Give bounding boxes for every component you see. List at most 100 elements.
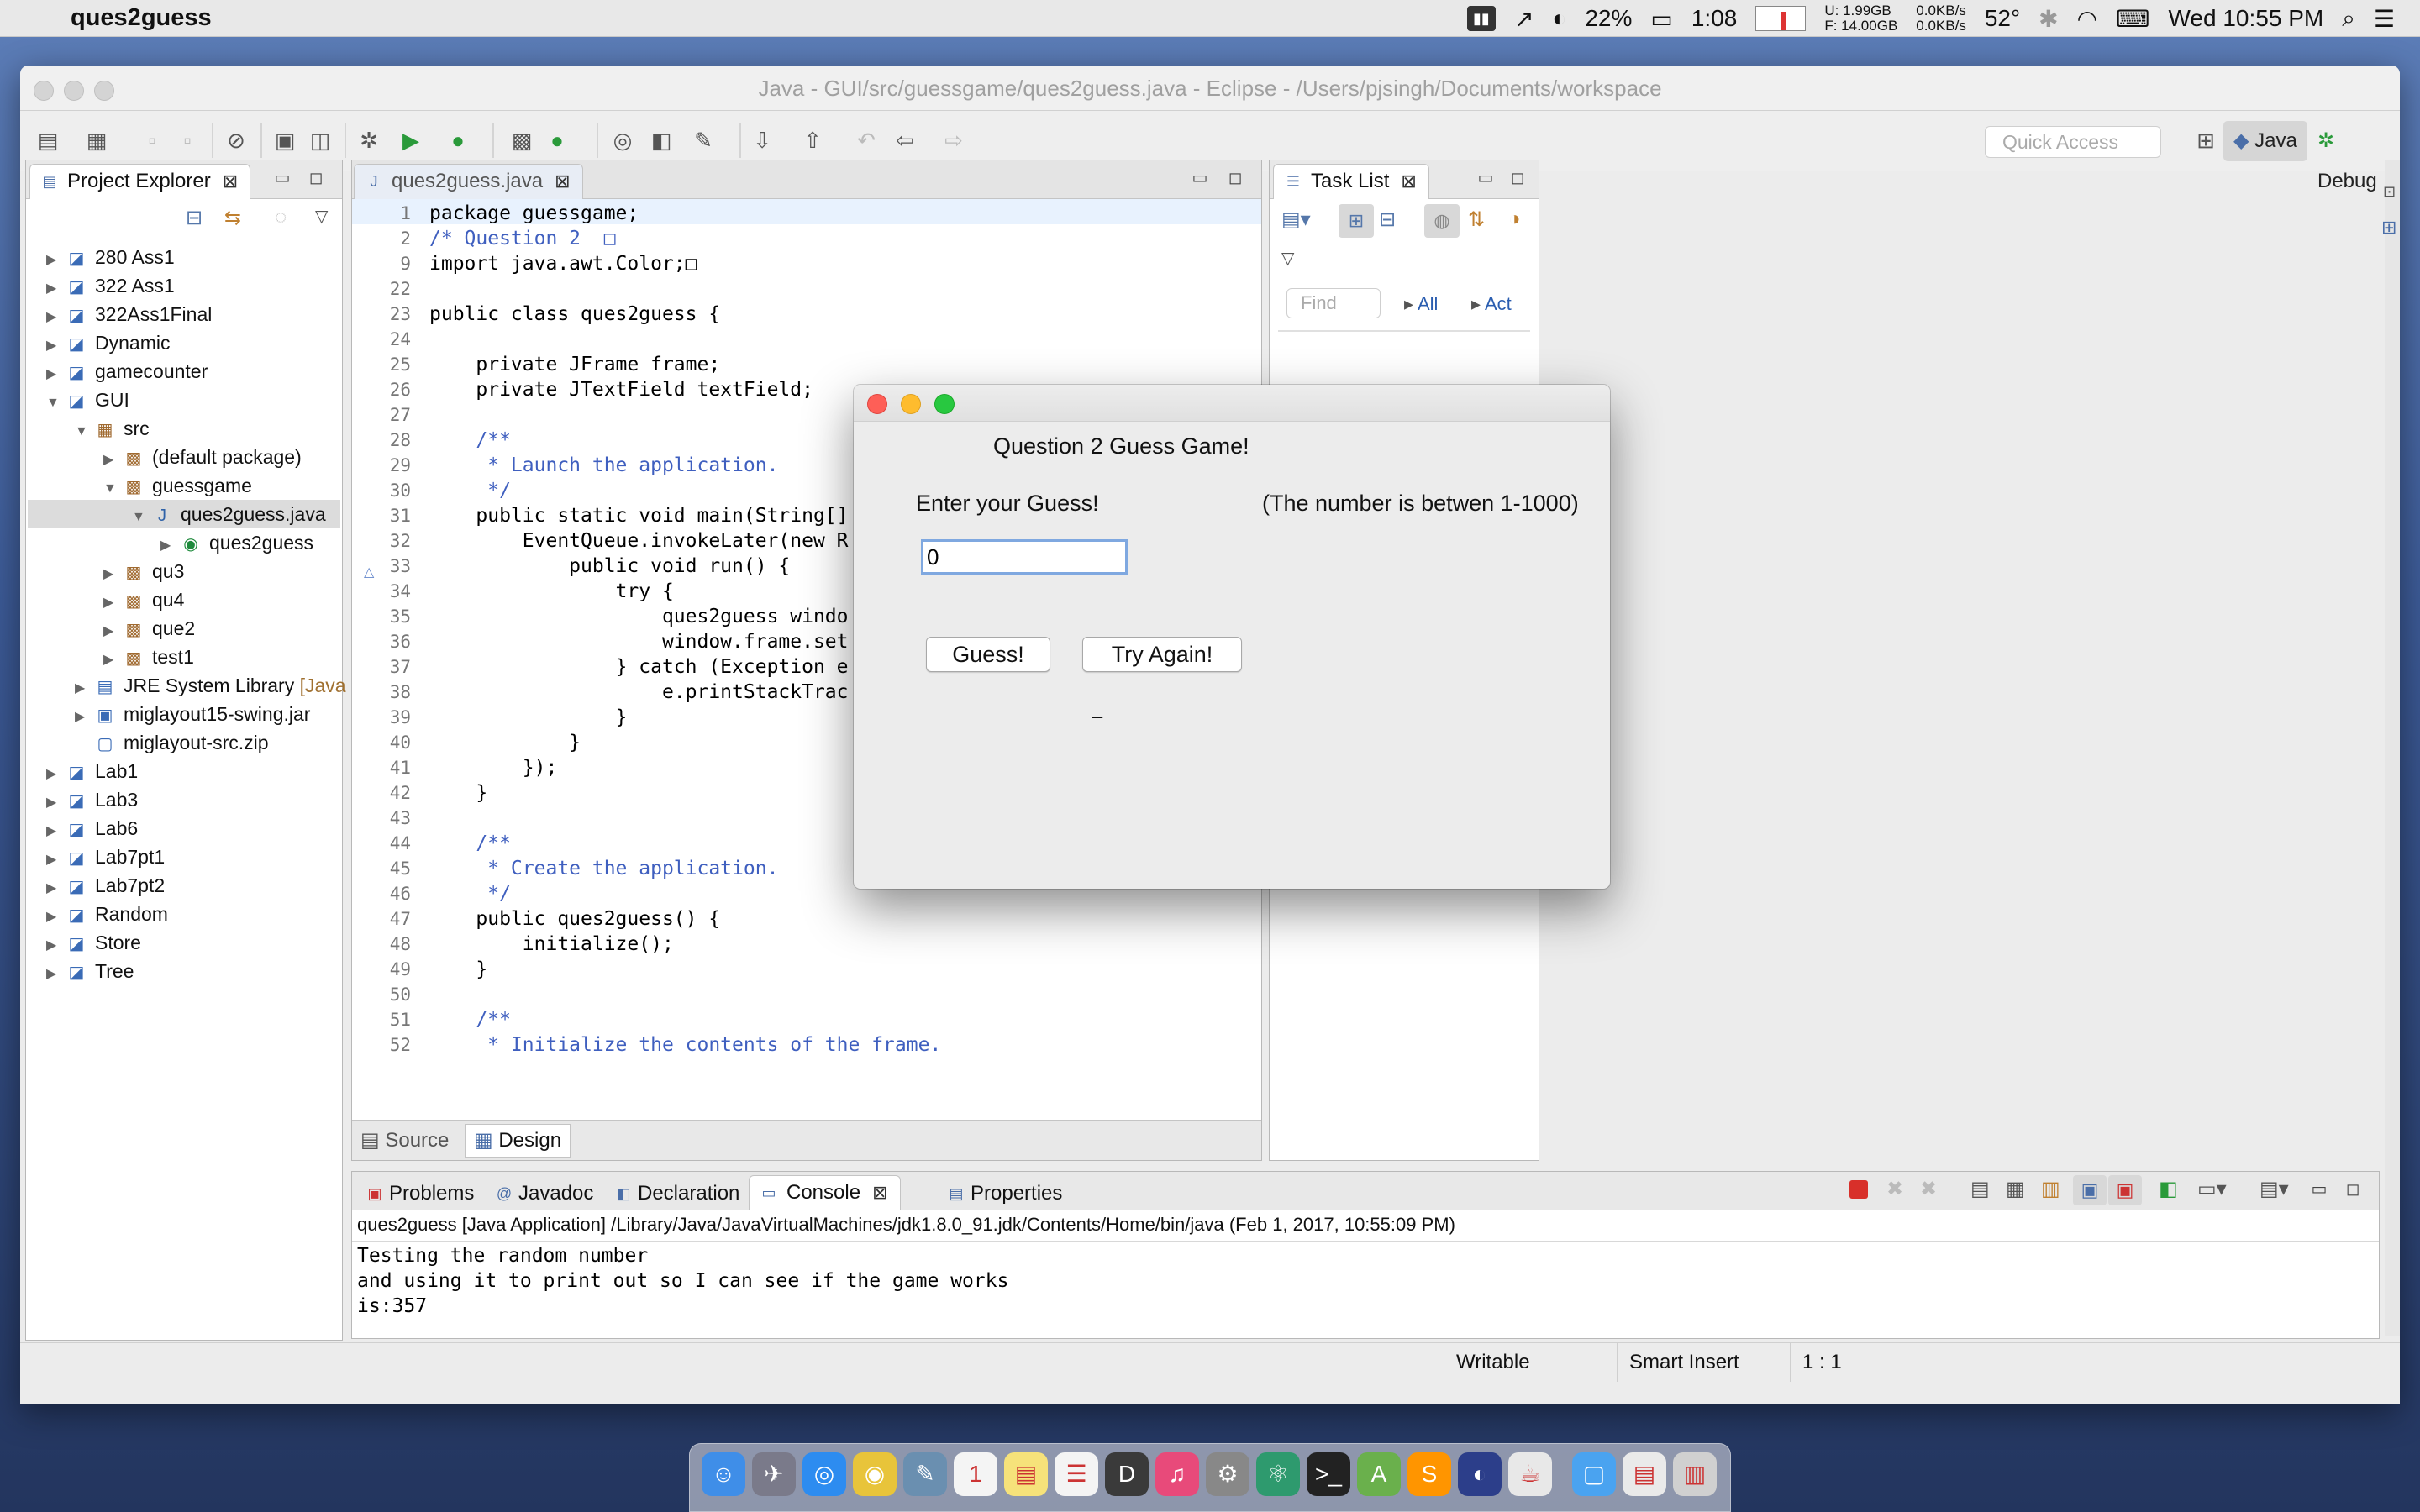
focus-task-icon[interactable]: ◌ <box>275 206 287 229</box>
chevron-right-icon[interactable]: ▶ <box>46 360 65 389</box>
search-tool-icon[interactable]: ✎ <box>689 126 718 155</box>
word-wrap-icon[interactable]: ▥ <box>2041 1177 2060 1201</box>
tab-source[interactable]: ▤ Source <box>360 1126 449 1156</box>
try-again-button[interactable]: Try Again! <box>1082 637 1242 672</box>
chevron-right-icon[interactable]: ▶ <box>103 560 122 589</box>
show-stdout-icon[interactable]: ▣ <box>2073 1175 2107 1205</box>
java-perspective-button[interactable]: ◆ Java <box>2223 121 2307 161</box>
tree-item[interactable]: ▼ ▦ src <box>28 414 340 443</box>
finder-icon[interactable]: ☺ <box>702 1452 745 1496</box>
tree-item[interactable]: ▢ miglayout-src.zip <box>28 728 340 757</box>
tree-item[interactable]: ▶ ◪ Dynamic <box>28 328 340 357</box>
tree-item[interactable]: ▶ ▩ test1 <box>28 643 340 671</box>
tree-item[interactable]: ▶ ◪ gamecounter <box>28 357 340 386</box>
tree-item[interactable]: ▶ ◪ 322 Ass1 <box>28 271 340 300</box>
tab-console[interactable]: ▭ Console ⊠ <box>749 1175 901 1210</box>
bluetooth-icon[interactable]: ✱ <box>2039 5 2058 33</box>
java-icon[interactable]: ☕ <box>1508 1452 1552 1496</box>
tree-item[interactable]: ▼ ▩ guessgame <box>28 471 340 500</box>
chevron-down-icon[interactable]: ▼ <box>132 503 150 532</box>
tree-item[interactable]: ▶ ▩ (default package) <box>28 443 340 471</box>
open-console-menu-icon[interactable]: ▤▾ <box>2260 1177 2289 1201</box>
tree-item[interactable]: ▶ ◪ 322Ass1Final <box>28 300 340 328</box>
tab-task-list[interactable]: ☰ Task List ⊠ <box>1273 164 1429 199</box>
open-folder-icon[interactable]: ◧ <box>647 126 676 155</box>
folder-icon[interactable]: ▢ <box>1572 1452 1616 1496</box>
tree-item[interactable]: ▶ ◪ Lab6 <box>28 814 340 843</box>
task-find-input[interactable]: Find <box>1286 288 1381 318</box>
chevron-down-icon[interactable]: ▼ <box>46 389 65 417</box>
chevron-right-icon[interactable]: ▶ <box>46 275 65 303</box>
view-menu-icon[interactable]: ▽ <box>315 206 328 227</box>
system-preferences-icon[interactable]: ⚙ <box>1206 1452 1249 1496</box>
sync-icon[interactable]: ⇅ <box>1468 207 1485 232</box>
hide-completed-icon[interactable]: ◍ <box>1424 204 1460 238</box>
battery-icon[interactable]: ▭ <box>1650 5 1672 33</box>
tab-problems[interactable]: ▣ Problems <box>355 1177 482 1210</box>
tab-design[interactable]: ▦ Design <box>465 1124 571 1158</box>
dash-menu-icon[interactable]: ◐ <box>1552 5 1566 32</box>
activate-link[interactable]: ▸ Act <box>1471 293 1512 315</box>
remove-launch-icon[interactable]: ✖ <box>1886 1177 1903 1201</box>
chrome-icon[interactable]: ◉ <box>853 1452 897 1496</box>
chevron-right-icon[interactable]: ▶ <box>46 960 65 989</box>
next-annotation-icon[interactable]: ⇩ <box>748 126 776 155</box>
view-menu-icon[interactable]: ▽ <box>1281 248 1294 269</box>
tree-item[interactable]: ▶ ▣ miglayout15-swing.jar <box>28 700 340 728</box>
chevron-right-icon[interactable]: ▶ <box>46 332 65 360</box>
new-class-icon[interactable]: ● <box>543 126 571 155</box>
window-close-button[interactable] <box>34 81 54 101</box>
previous-annotation-icon[interactable]: ⇧ <box>798 126 827 155</box>
tree-item[interactable]: ▼ Jques2guess.java <box>28 500 340 528</box>
clock[interactable]: Wed 10:55 PM <box>2169 5 2324 32</box>
network-stats[interactable]: 0.0KB/s 0.0KB/s <box>1916 3 1966 34</box>
chevron-right-icon[interactable]: ▶ <box>46 903 65 932</box>
tree-item[interactable]: ▶ ▩ que2 <box>28 614 340 643</box>
maximize-view-icon[interactable]: ◻ <box>1223 165 1248 191</box>
categorized-icon[interactable]: ⊞ <box>1339 204 1374 238</box>
guess-button[interactable]: Guess! <box>926 637 1050 672</box>
skip-breakpoints-icon[interactable]: ⊘ <box>222 126 250 155</box>
chevron-right-icon[interactable]: ▶ <box>46 246 65 275</box>
tree-item[interactable]: ▶ ◪ Lab7pt1 <box>28 843 340 871</box>
acrobat-icon[interactable]: ↗ <box>1514 5 1534 33</box>
chevron-right-icon[interactable]: ▶ <box>75 675 93 703</box>
display-console-icon[interactable]: ▭▾ <box>2197 1177 2227 1201</box>
tree-item[interactable]: ▶ ◪ Lab3 <box>28 785 340 814</box>
chevron-right-icon[interactable]: ▶ <box>75 703 93 732</box>
active-app-name[interactable]: ques2guess <box>71 4 212 32</box>
minimize-view-icon[interactable]: ▭ <box>1187 165 1213 191</box>
run-external-icon[interactable]: ● <box>444 126 472 155</box>
eclipse-icon[interactable]: ◐ <box>1458 1452 1502 1496</box>
tree-item[interactable]: ▶ ▤ JRE System Library [Java <box>28 671 346 703</box>
chevron-right-icon[interactable]: ▶ <box>103 589 122 617</box>
link-editor-icon[interactable]: ⇆ <box>224 206 241 230</box>
new-wizard-icon[interactable]: ▦ <box>82 126 111 155</box>
preview-icon[interactable]: ✎ <box>903 1452 947 1496</box>
chevron-right-icon[interactable]: ▶ <box>46 760 65 789</box>
chevron-right-icon[interactable]: ▶ <box>46 789 65 817</box>
documents-icon[interactable]: ▤ <box>1623 1452 1666 1496</box>
notification-center-icon[interactable]: ☰ <box>2374 5 2395 33</box>
open-console-icon[interactable]: ◫ <box>306 126 334 155</box>
minimize-view-icon[interactable]: ▭ <box>2307 1177 2332 1202</box>
chevron-down-icon[interactable]: ▼ <box>103 475 122 503</box>
all-filter-link[interactable]: ▸ All <box>1404 293 1438 315</box>
itunes-icon[interactable]: ♫ <box>1155 1452 1199 1496</box>
safari-icon[interactable]: ◎ <box>802 1452 846 1496</box>
trash-icon[interactable]: ▥ <box>1673 1452 1717 1496</box>
debug-icon[interactable]: ✲ <box>355 126 383 155</box>
tree-item[interactable]: ▶ ▩ qu4 <box>28 585 340 614</box>
maximize-view-icon[interactable]: ◻ <box>303 165 329 191</box>
chevron-right-icon[interactable]: ▶ <box>103 646 122 675</box>
show-stderr-icon[interactable]: ▣ <box>2108 1175 2142 1205</box>
save-all-icon[interactable]: ▫ <box>173 126 202 155</box>
tree-item[interactable]: ▶ ◪ Lab1 <box>28 757 340 785</box>
battery-percent[interactable]: 22% <box>1585 5 1632 32</box>
temperature[interactable]: 52° <box>1985 5 2020 32</box>
chevron-right-icon[interactable]: ▶ <box>46 303 65 332</box>
close-icon[interactable]: ⊠ <box>1401 171 1416 192</box>
chevron-down-icon[interactable]: ▼ <box>75 417 93 446</box>
focus-icon[interactable]: ◑ <box>1508 207 1521 231</box>
memory-stats[interactable]: U: 1.99GB F: 14.00GB <box>1824 3 1897 34</box>
